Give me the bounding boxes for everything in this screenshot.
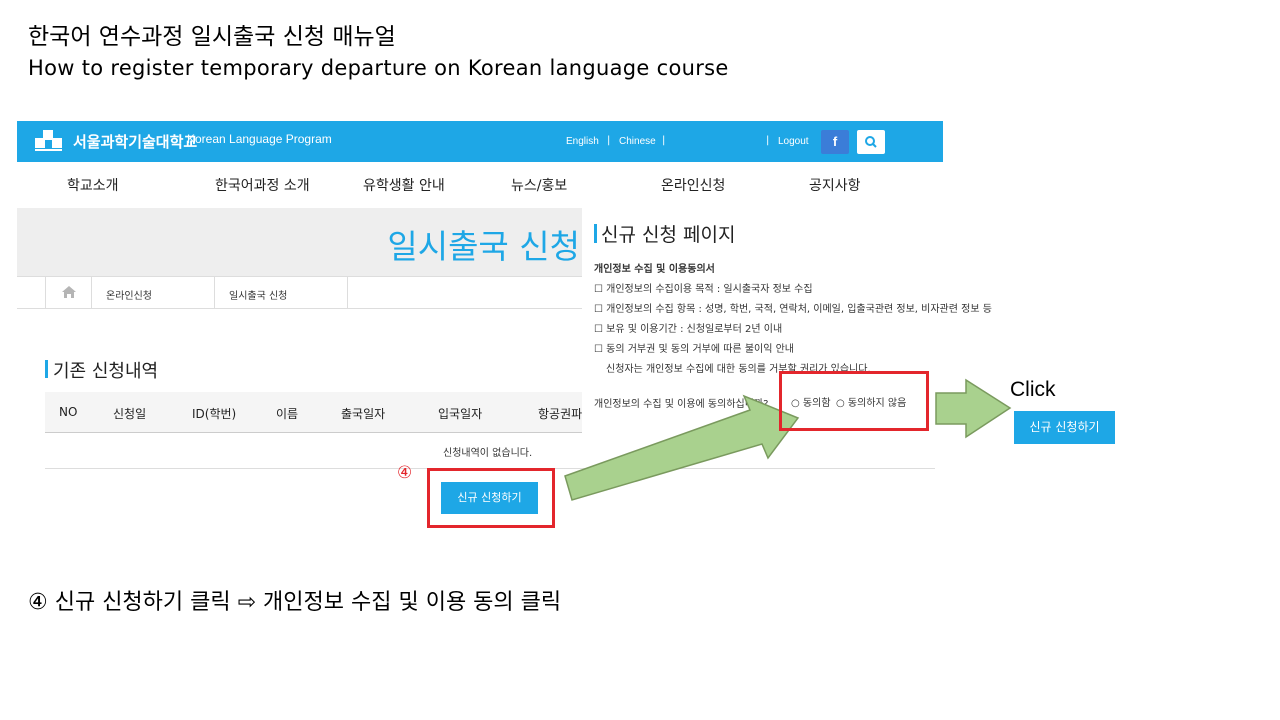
arrow-to-consent: [564, 394, 800, 501]
slide-caption: ④ 신규 신청하기 클릭 ⇨ 개인정보 수집 및 이용 동의 클릭: [28, 590, 562, 615]
step-number: ④: [397, 463, 413, 483]
click-label: Click: [1010, 378, 1056, 401]
new-application-button-right[interactable]: 신규 신청하기: [1014, 411, 1115, 444]
highlight-new-button: [427, 468, 555, 528]
arrow-to-button: [935, 378, 1012, 439]
highlight-consent-options: [779, 371, 929, 431]
